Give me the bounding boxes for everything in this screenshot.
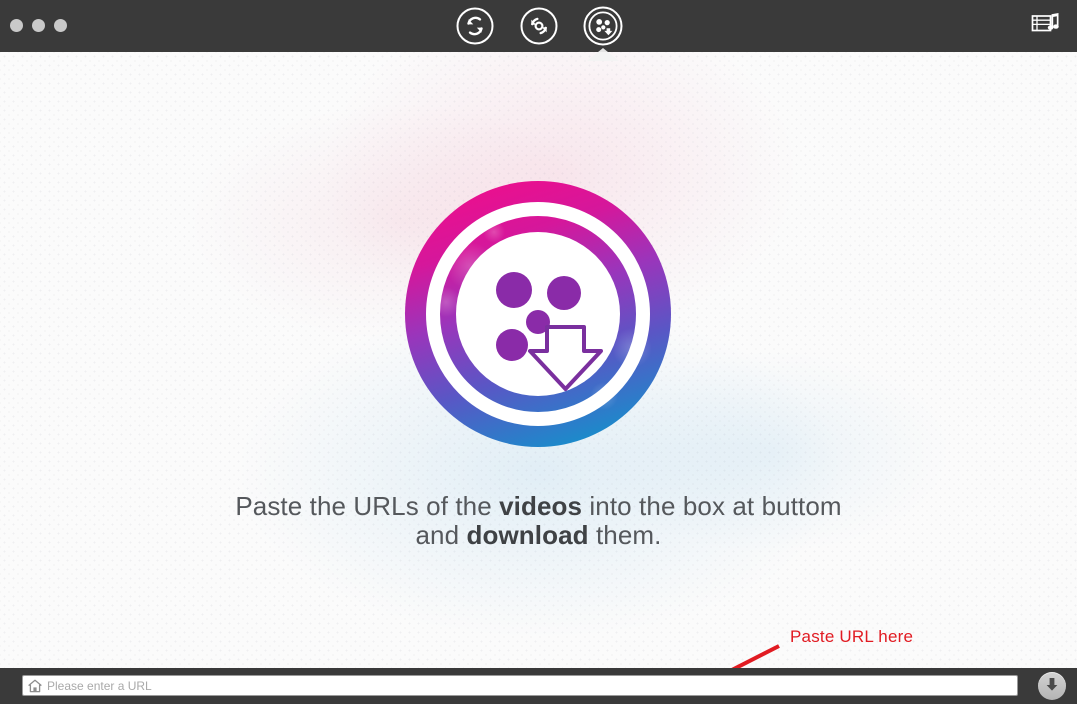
film-reel-download-logo xyxy=(405,181,671,447)
download-button[interactable] xyxy=(1038,672,1066,700)
url-input-placeholder: Please enter a URL xyxy=(47,678,152,693)
media-library-icon xyxy=(1031,12,1061,43)
hero-line1-bold: videos xyxy=(499,491,583,521)
download-arrow-icon xyxy=(1043,675,1061,698)
title-bar xyxy=(0,0,1077,61)
url-input[interactable]: Please enter a URL xyxy=(22,675,1018,696)
active-tab-indicator xyxy=(586,48,619,61)
hero-line2-prefix: and xyxy=(415,520,467,551)
app-window: Paste the URLs of the videos into the bo… xyxy=(0,0,1077,704)
main-content: Paste the URLs of the videos into the bo… xyxy=(0,52,1077,668)
annotation-label: Paste URL here xyxy=(790,627,914,646)
library-button[interactable] xyxy=(1029,12,1063,42)
tab-record[interactable] xyxy=(517,4,561,48)
hero-message-line-1: Paste the URLs of the videos into the bo… xyxy=(0,491,1077,521)
bottom-bar: Please enter a URL xyxy=(0,668,1077,704)
hero-line1-prefix: Paste the URLs of the xyxy=(235,491,500,521)
hero-message: Paste the URLs of the videos into the bo… xyxy=(0,491,1077,550)
tab-download[interactable] xyxy=(581,4,625,61)
film-reel-download-icon xyxy=(582,5,624,47)
hero-message-line-2: and download them. xyxy=(0,521,1077,550)
record-circular-arrows-dot-icon xyxy=(519,6,559,46)
tab-bar xyxy=(0,0,1077,61)
tab-convert[interactable] xyxy=(453,4,497,48)
hero-line2-bold: download xyxy=(466,520,589,551)
convert-circular-arrows-icon xyxy=(455,6,495,46)
hero-line1-suffix: into the box at buttom xyxy=(582,491,842,521)
hero-line2-suffix: them. xyxy=(588,520,662,551)
app-logo xyxy=(404,180,672,448)
home-icon xyxy=(28,679,42,693)
